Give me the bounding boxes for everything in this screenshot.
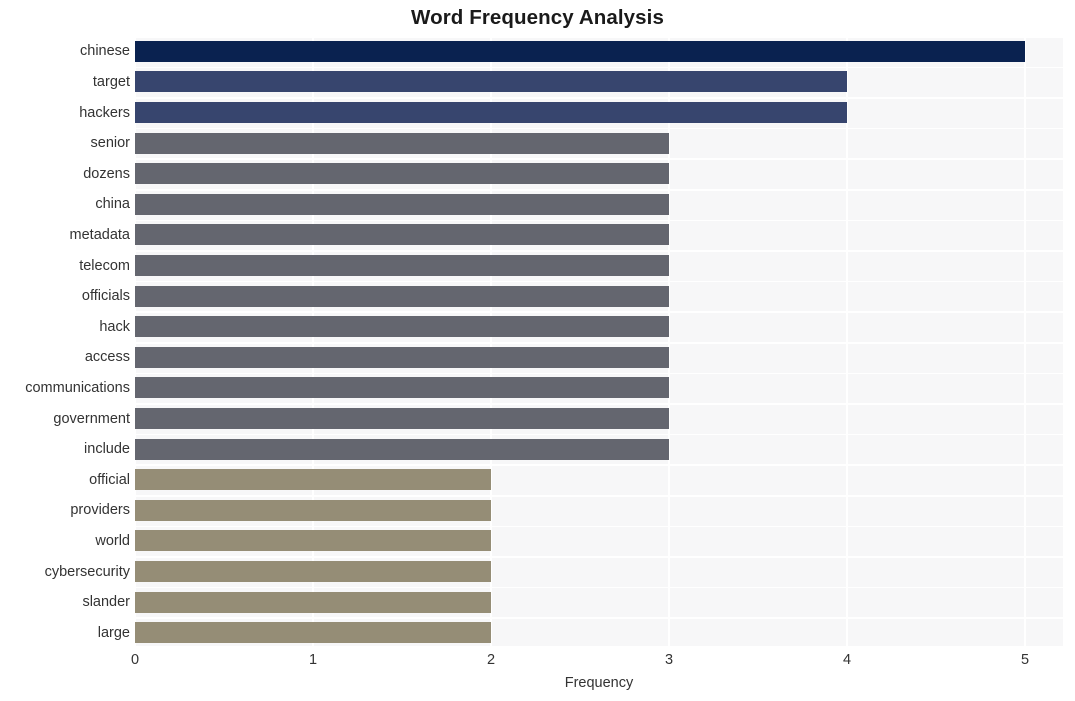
y-tick-label-metadata: metadata <box>69 226 130 243</box>
gridline-y-2 <box>135 97 1063 99</box>
bar-china <box>135 193 669 215</box>
bar-include <box>135 438 669 460</box>
gridline-y-19 <box>135 617 1063 619</box>
y-tick-label-access: access <box>84 349 130 366</box>
bar-official <box>135 469 491 491</box>
gridline-y-7 <box>135 250 1063 252</box>
bar-slander <box>135 591 491 613</box>
bar-cybersecurity <box>135 561 491 582</box>
bar-target <box>135 71 847 93</box>
y-tick-label-slander: slander <box>82 594 130 611</box>
bar-officials <box>135 285 669 307</box>
y-tick-label-large: large <box>97 624 130 641</box>
y-tick-label-include: include <box>84 441 130 458</box>
y-tick-label-communications: communications <box>25 379 130 396</box>
gridline-y-bottom <box>135 646 1063 648</box>
gridline-y-17 <box>135 556 1063 558</box>
y-tick-label-world: world <box>95 532 130 549</box>
gridline-y-5 <box>135 189 1063 191</box>
bar-world <box>135 530 491 552</box>
bar-providers <box>135 499 491 521</box>
bar-government <box>135 408 669 429</box>
bar-hackers <box>135 102 847 123</box>
y-tick-label-target: target <box>92 73 130 90</box>
y-tick-label-government: government <box>53 410 130 427</box>
bar-telecom <box>135 255 669 276</box>
y-tick-label-senior: senior <box>90 135 131 152</box>
gridline-y-9 <box>135 311 1063 313</box>
y-tick-label-telecom: telecom <box>79 257 130 274</box>
bar-metadata <box>135 224 669 246</box>
bar-dozens <box>135 163 669 185</box>
gridline-y-6 <box>135 219 1063 222</box>
y-tick-label-chinese: chinese <box>80 43 130 60</box>
gridline-y-8 <box>135 280 1063 283</box>
x-tick-label-3: 3 <box>664 652 674 668</box>
x-tick-label-1: 1 <box>308 652 318 668</box>
bar-chinese <box>135 40 1025 62</box>
plot-area <box>134 36 1063 648</box>
gridline-y-11 <box>135 372 1063 375</box>
bar-senior <box>135 132 669 154</box>
gridline-y-3 <box>135 127 1063 130</box>
bar-communications <box>135 377 669 399</box>
bar-access <box>135 346 669 368</box>
gridline-y-15 <box>135 495 1063 497</box>
y-axis-tick-labels: chinese target hackers senior dozens china met… <box>0 36 130 648</box>
y-tick-label-officials: officials <box>81 288 130 305</box>
y-tick-label-hack: hack <box>99 318 130 335</box>
y-tick-label-official: official <box>89 471 130 488</box>
bar-large <box>135 622 491 644</box>
gridline-y-4 <box>135 158 1063 160</box>
bar-hack <box>135 316 669 338</box>
gridline-y-0 <box>135 36 1063 38</box>
y-tick-label-providers: providers <box>70 502 130 519</box>
y-tick-label-dozens: dozens <box>83 165 130 182</box>
gridline-y-10 <box>135 342 1063 344</box>
x-tick-label-0: 0 <box>130 652 140 668</box>
x-axis-title: Frequency <box>564 675 634 691</box>
x-tick-label-2: 2 <box>486 652 496 668</box>
chart-title: Word Frequency Analysis <box>411 6 664 29</box>
word-frequency-chart: Word Frequency Analysis chinese target hac… <box>0 0 1075 701</box>
y-tick-label-china: china <box>95 196 130 213</box>
x-axis-tick-labels: 0 1 2 3 4 5 <box>0 652 1075 674</box>
gridline-y-12 <box>135 403 1063 405</box>
gridline-y-16 <box>135 525 1063 528</box>
y-tick-label-hackers: hackers <box>79 104 130 121</box>
y-tick-label-cybersecurity: cybersecurity <box>44 563 130 580</box>
gridline-y-13 <box>135 433 1063 436</box>
x-tick-label-5: 5 <box>1020 652 1030 668</box>
x-tick-label-4: 4 <box>842 652 852 668</box>
gridline-y-1 <box>135 66 1063 69</box>
gridline-y-18 <box>135 586 1063 589</box>
gridline-y-14 <box>135 464 1063 466</box>
